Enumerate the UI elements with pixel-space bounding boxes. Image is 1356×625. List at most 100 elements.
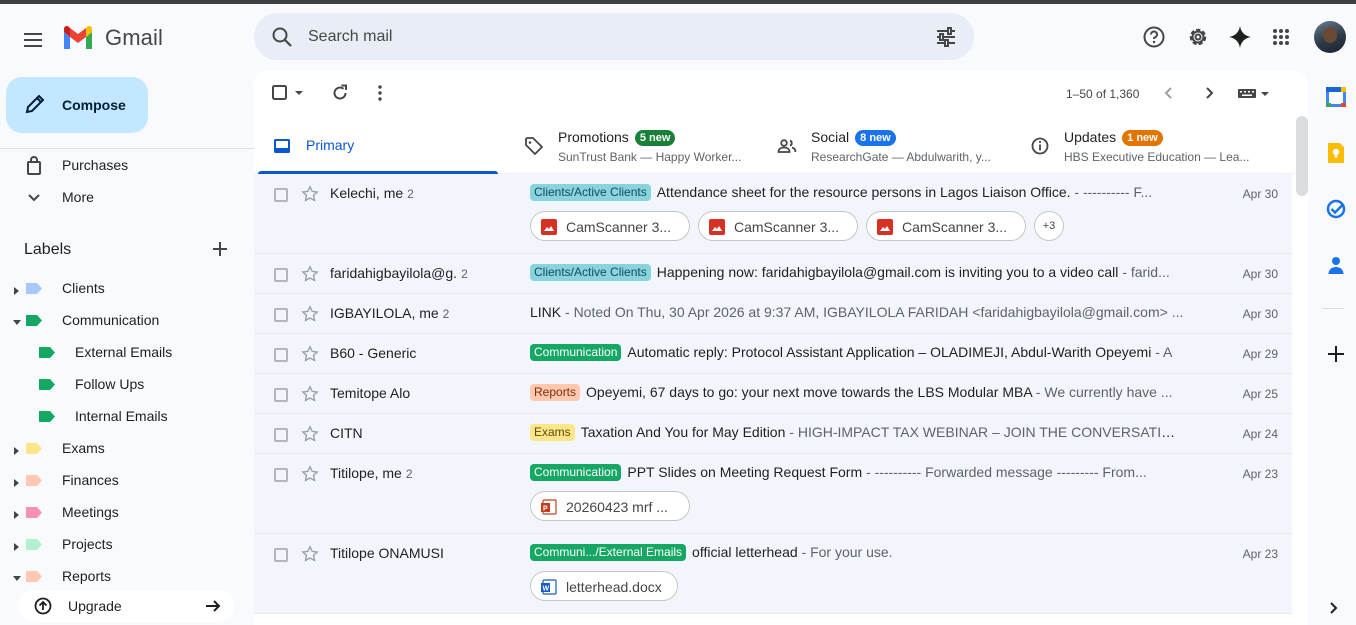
search-icon[interactable]	[270, 25, 294, 49]
row-checkbox[interactable]	[274, 188, 288, 202]
caret-right-icon[interactable]	[12, 475, 20, 487]
email-row[interactable]: Temitope Alo Reports Opeyemi, 67 days to g…	[254, 374, 1292, 414]
label-tag-icon	[26, 441, 42, 454]
email-row[interactable]: faridahigbayilola@g. 2 Clients/Active Clie…	[254, 254, 1292, 294]
attachment-chip[interactable]: CamScanner 3...	[698, 211, 858, 241]
row-checkbox[interactable]	[274, 548, 288, 562]
tab-primary[interactable]: Primary	[254, 118, 499, 174]
label-item[interactable]: Follow Ups	[0, 368, 254, 400]
apps-grid-icon[interactable]	[1268, 24, 1294, 50]
label-item[interactable]: Internal Emails	[0, 400, 254, 432]
label-tag-icon	[26, 313, 42, 326]
row-checkbox[interactable]	[274, 428, 288, 442]
search-input[interactable]	[308, 13, 908, 60]
attachment-chip[interactable]: CamScanner 3...	[530, 211, 690, 241]
star-icon[interactable]	[301, 425, 319, 443]
gmail-logo-icon[interactable]	[62, 25, 96, 51]
email-row[interactable]: Titilope, me 2 Communication PPT Slides on …	[254, 454, 1292, 534]
email-sender: Titilope ONAMUSI	[330, 545, 444, 561]
tab-promotions[interactable]: Promotions 5 new SunTrust Bank — Happy Wo…	[506, 118, 758, 174]
tasks-icon[interactable]	[1325, 198, 1347, 220]
upgrade-label: Upgrade	[68, 598, 122, 614]
caret-down-icon[interactable]	[12, 315, 21, 325]
caret-down-icon[interactable]	[12, 571, 21, 581]
star-icon[interactable]	[301, 465, 319, 483]
row-checkbox[interactable]	[274, 308, 288, 322]
email-snippet: - HIGH-IMPACT TAX WEBINAR – JOIN THE CON…	[785, 424, 1184, 440]
settings-gear-icon[interactable]	[1185, 24, 1211, 50]
keyboard-input-icon[interactable]	[1236, 84, 1272, 102]
refresh-icon[interactable]	[331, 84, 349, 102]
caret-right-icon[interactable]	[12, 507, 20, 519]
label-item[interactable]: Reports	[0, 560, 254, 588]
label-name: Finances	[62, 472, 119, 488]
tab-updates[interactable]: Updates 1 new HBS Executive Education — L…	[1012, 118, 1264, 174]
scrollbar[interactable]	[1296, 116, 1308, 196]
email-snippet: - We currently have ...	[1031, 384, 1173, 400]
account-avatar[interactable]	[1314, 21, 1346, 53]
label-item[interactable]: Communication	[0, 304, 254, 336]
star-icon[interactable]	[301, 185, 319, 203]
caret-right-icon[interactable]	[12, 539, 20, 551]
chevron-left-icon[interactable]	[1160, 84, 1178, 102]
label-item[interactable]: Projects	[0, 528, 254, 560]
contacts-icon[interactable]	[1325, 254, 1347, 276]
label-item[interactable]: Exams	[0, 432, 254, 464]
row-checkbox[interactable]	[274, 388, 288, 402]
email-label-chip[interactable]: Communication	[530, 344, 622, 361]
gemini-sparkle-icon[interactable]	[1227, 24, 1253, 50]
search-options-icon[interactable]	[934, 25, 958, 49]
email-label-chip[interactable]: Communication	[530, 464, 622, 481]
sidebar-item-more[interactable]: More	[0, 181, 254, 213]
email-row[interactable]: CITN Exams Taxation And You for May Editio…	[254, 414, 1292, 454]
tag-icon	[524, 136, 544, 156]
main-menu-icon[interactable]	[20, 26, 48, 54]
caret-right-icon[interactable]	[12, 443, 20, 455]
calendar-icon[interactable]	[1325, 86, 1347, 108]
star-icon[interactable]	[301, 385, 319, 403]
upgrade-button[interactable]: Upgrade	[18, 590, 234, 622]
expand-panel-chevron-icon[interactable]	[1325, 599, 1343, 617]
select-all-checkbox[interactable]	[272, 84, 306, 102]
email-row[interactable]: IGBAYILOLA, me 2 LINK - Noted On Thu, 30 A…	[254, 294, 1292, 334]
star-icon[interactable]	[301, 265, 319, 283]
email-label-chip[interactable]: Clients/Active Clients	[530, 184, 651, 201]
label-item[interactable]: Finances	[0, 464, 254, 496]
attachment-chip[interactable]: CamScanner 3...	[866, 211, 1026, 241]
add-addon-icon[interactable]	[1325, 343, 1347, 365]
brand-name: Gmail	[105, 25, 163, 50]
star-icon[interactable]	[301, 545, 319, 563]
email-label-chip[interactable]: Clients/Active Clients	[530, 264, 651, 281]
help-icon[interactable]	[1141, 24, 1167, 50]
keep-notes-icon[interactable]	[1325, 142, 1347, 164]
attachment-chip[interactable]: Wletterhead.docx	[530, 571, 678, 601]
label-item[interactable]: Clients	[0, 272, 254, 304]
email-sender: Kelechi, me 2	[330, 185, 414, 201]
more-vertical-icon[interactable]	[371, 84, 389, 102]
row-checkbox[interactable]	[274, 468, 288, 482]
label-item[interactable]: External Emails	[0, 336, 254, 368]
attachment-chip[interactable]: P 20260423 mrf ...	[530, 491, 690, 521]
label-item[interactable]: Meetings	[0, 496, 254, 528]
label-tag-icon	[26, 569, 42, 582]
email-row[interactable]: Titilope ONAMUSI Communi.../External Emai…	[254, 534, 1292, 614]
email-label-chip[interactable]: Communi.../External Emails	[530, 544, 687, 561]
tab-social[interactable]: Social 8 new ResearchGate — Abdulwarith, …	[759, 118, 1011, 174]
star-icon[interactable]	[301, 345, 319, 363]
more-attachments-badge[interactable]: +3	[1034, 211, 1064, 241]
compose-button[interactable]: Compose	[6, 77, 148, 133]
add-label-icon[interactable]	[210, 239, 230, 259]
caret-right-icon[interactable]	[12, 283, 20, 295]
tab-preview: HBS Executive Education — Lea...	[1064, 150, 1250, 164]
chevron-right-icon[interactable]	[1200, 84, 1218, 102]
row-checkbox[interactable]	[274, 268, 288, 282]
email-label-chip[interactable]: Exams	[530, 424, 575, 441]
email-label-chip[interactable]: Reports	[530, 384, 581, 401]
row-checkbox[interactable]	[274, 348, 288, 362]
star-icon[interactable]	[301, 305, 319, 323]
label-name: Exams	[62, 440, 105, 456]
sidebar-item-purchases[interactable]: Purchases	[0, 149, 254, 181]
email-row[interactable]: Kelechi, me 2 Clients/Active Clients Attend…	[254, 174, 1292, 254]
search-bar[interactable]	[254, 13, 974, 60]
email-row[interactable]: B60 - Generic Communication Automatic repl…	[254, 334, 1292, 374]
